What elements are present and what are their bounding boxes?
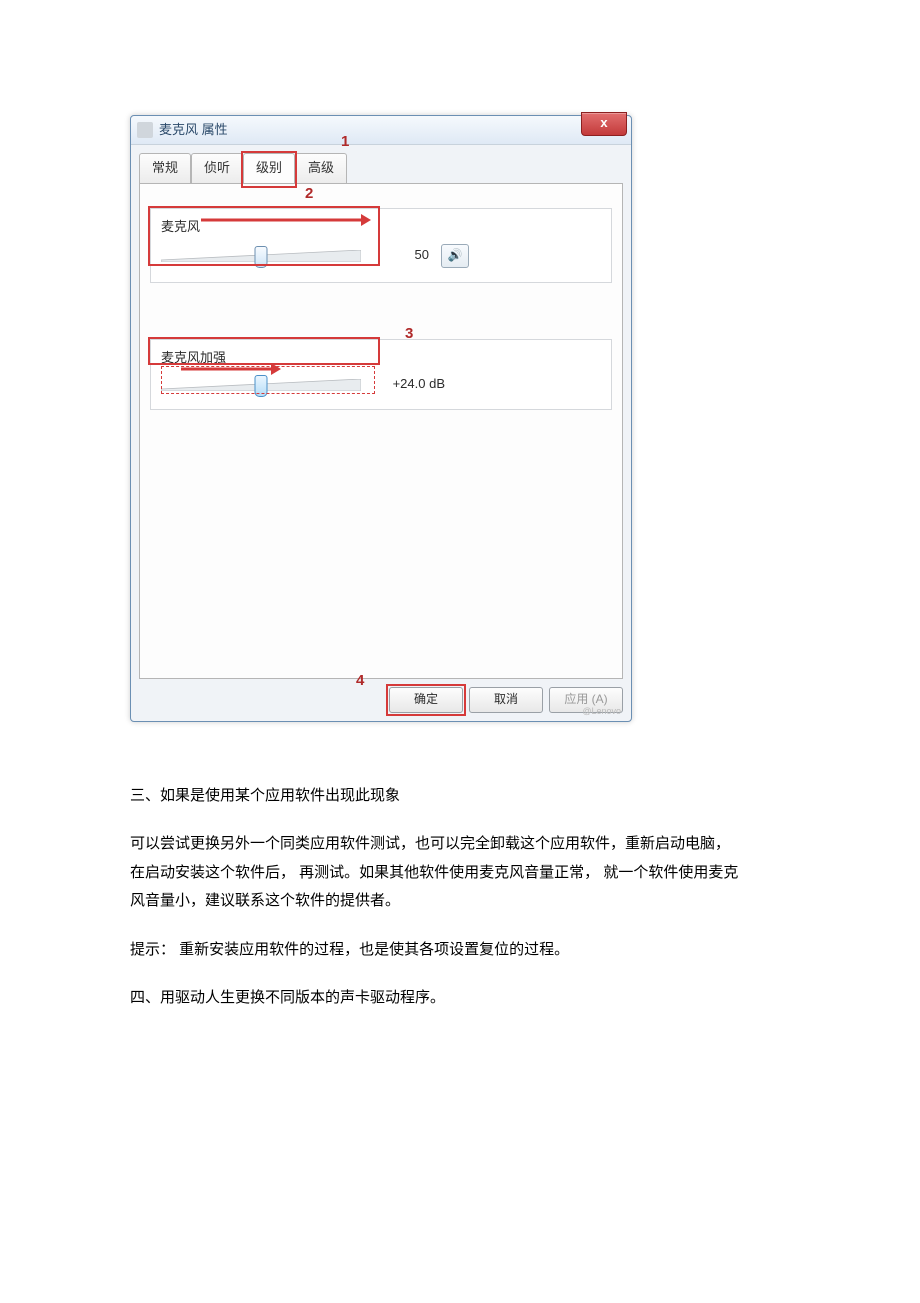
section-4-heading: 四、用驱动人生更换不同版本的声卡驱动程序。 [130,984,790,1013]
cancel-button[interactable]: 取消 [469,687,543,713]
ok-button-label: 确定 [414,692,438,706]
microphone-slider-row: 50 🔊 [161,244,601,268]
microphone-boost-slider-wrap [161,376,361,394]
microphone-boost-slider[interactable] [161,376,361,394]
mic-properties-dialog: 麦克风 属性 x 1 常规 侦听 级别 高级 2 麦克风 [130,115,632,722]
annotation-number-1: 1 [341,130,349,154]
microphone-slider[interactable] [161,247,361,265]
speaker-icon: 🔊 [448,246,463,265]
microphone-boost-group: 麦克风加强 +24.0 dB [150,339,612,411]
tab-levels-label: 级别 [256,160,282,175]
tabs-row: 常规 侦听 级别 高级 [131,147,631,183]
slider-thumb-icon[interactable] [255,246,268,268]
microphone-level-group: 麦克风 50 🔊 [150,208,612,283]
dialog-content: 2 麦克风 50 [139,183,623,679]
mute-button[interactable]: 🔊 [441,244,469,268]
microphone-value: 50 [373,245,429,266]
ok-button[interactable]: 确定 [389,687,463,713]
microphone-boost-label: 麦克风加强 [161,348,601,369]
window-title: 麦克风 属性 [159,120,228,141]
microphone-slider-wrap [161,247,361,265]
titlebar: 麦克风 属性 [131,116,631,145]
watermark: @Lenovo [582,704,621,718]
section-3-paragraph: 可以尝试更换另外一个同类应用软件测试，也可以完全卸载这个应用软件，重新启动电脑，… [130,830,790,916]
p1-line3: 风音量小，建议联系这个软件的提供者。 [130,892,400,909]
annotation-number-2: 2 [305,182,313,206]
p1-line2: 在启动安装这个软件后， 再测试。如果其他软件使用麦克风音量正常， 就一个软件使用… [130,864,738,881]
microphone-boost-value: +24.0 dB [373,374,445,395]
window-icon [137,122,153,138]
tab-levels[interactable]: 级别 [243,153,295,183]
close-icon: x [600,115,607,130]
tab-listen[interactable]: 侦听 [191,153,243,183]
tab-general[interactable]: 常规 [139,153,191,183]
p1-line1: 可以尝试更换另外一个同类应用软件测试，也可以完全卸载这个应用软件，重新启动电脑， [130,835,730,852]
tip-paragraph: 提示： 重新安装应用软件的过程，也是使其各项设置复位的过程。 [130,936,790,965]
microphone-boost-slider-row: +24.0 dB [161,374,601,395]
close-button[interactable]: x [581,112,627,136]
dialog-footer: 确定 取消 应用 (A) @Lenovo [131,687,631,721]
slider-thumb-icon[interactable] [255,375,268,397]
microphone-level-label: 麦克风 [161,217,601,238]
section-3-heading: 三、如果是使用某个应用软件出现此现象 [130,782,790,811]
tab-advanced[interactable]: 高级 [295,153,347,183]
